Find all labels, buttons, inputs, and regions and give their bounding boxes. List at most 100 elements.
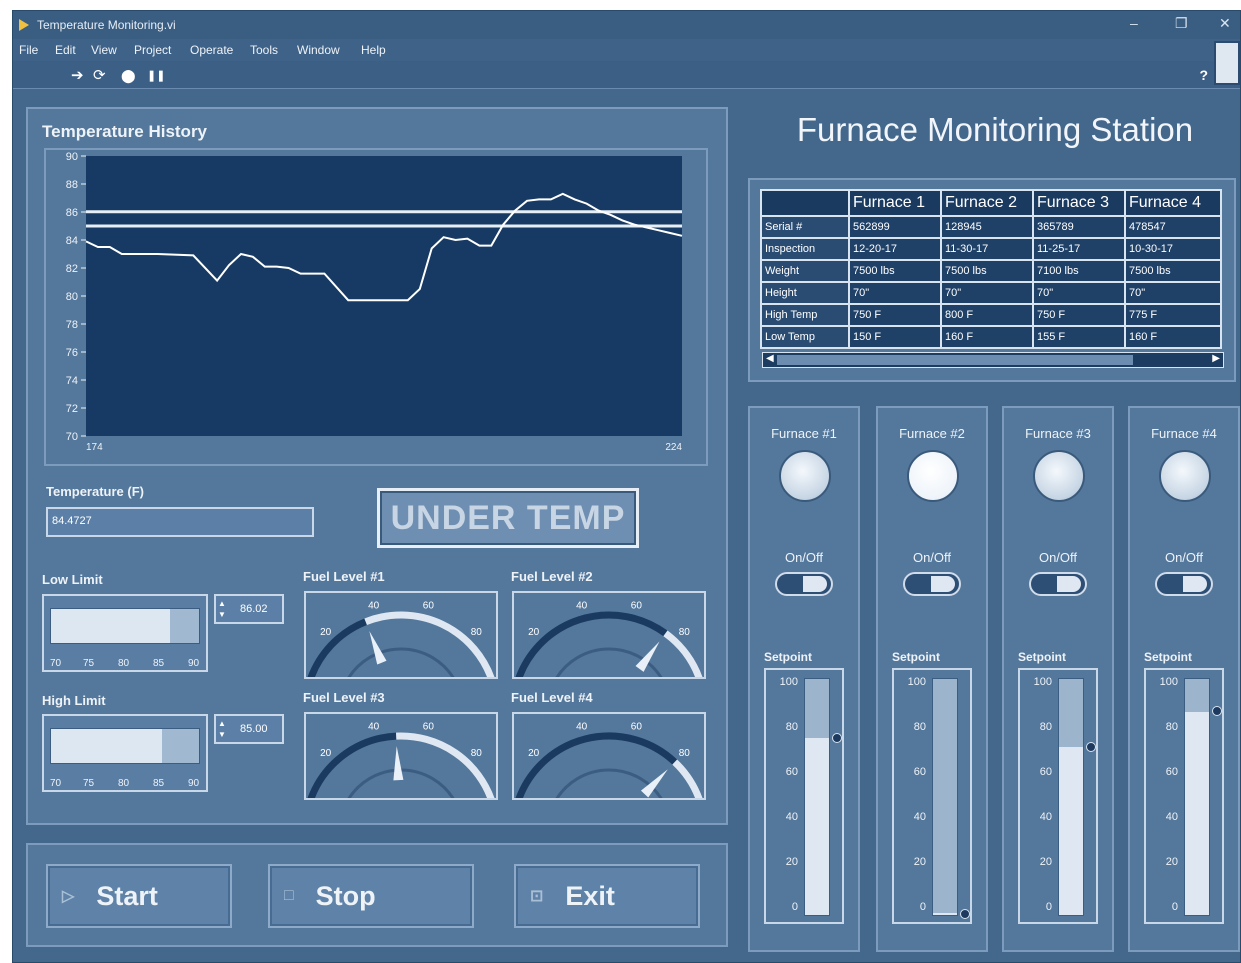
run-arrow-icon[interactable]: ➔ xyxy=(71,66,84,84)
toggle-knob[interactable] xyxy=(1057,576,1081,592)
low-limit-track[interactable] xyxy=(50,608,200,644)
toggle-knob[interactable] xyxy=(803,576,827,592)
setpoint-slider[interactable]: 100 80 60 40 20 0 xyxy=(1018,668,1098,924)
setpoint-tick: 80 xyxy=(1039,721,1052,733)
scroll-right-icon[interactable]: ▶ xyxy=(1212,353,1220,364)
close-button[interactable]: ✕ xyxy=(1219,15,1231,32)
menu-file[interactable]: File xyxy=(19,43,38,57)
setpoint-track[interactable] xyxy=(804,678,830,916)
table-cell[interactable]: 70" xyxy=(940,281,1034,305)
run-continuous-icon[interactable]: ⟳ xyxy=(93,66,106,84)
table-cell[interactable]: 160 F xyxy=(1124,325,1222,349)
table-cell[interactable]: 750 F xyxy=(848,303,942,327)
table-cell[interactable]: 478547 xyxy=(1124,215,1222,239)
table-row-header[interactable]: Weight xyxy=(760,259,850,283)
table-cell[interactable]: 800 F xyxy=(940,303,1034,327)
setpoint-label: Setpoint xyxy=(1144,650,1192,664)
table-cell[interactable]: 155 F xyxy=(1032,325,1126,349)
menu-help[interactable]: Help xyxy=(361,43,386,57)
setpoint-slider[interactable]: 100 80 60 40 20 0 xyxy=(1144,668,1224,924)
setpoint-knob[interactable] xyxy=(1086,742,1096,753)
table-cell[interactable]: 11-30-17 xyxy=(940,237,1034,261)
menu-edit[interactable]: Edit xyxy=(55,43,76,57)
exit-button[interactable]: ⊡ Exit xyxy=(514,864,700,928)
table-row-header[interactable]: Inspection xyxy=(760,237,850,261)
furnace-info-table[interactable]: Furnace 1 Furnace 2 Furnace 3 Furnace 4 … xyxy=(760,189,1222,349)
table-row-header[interactable]: Height xyxy=(760,281,850,305)
setpoint-tick: 60 xyxy=(785,766,798,778)
table-cell[interactable]: 775 F xyxy=(1124,303,1222,327)
table-row: Serial #562899 128945 365789 478547 xyxy=(760,215,1222,239)
onoff-toggle[interactable] xyxy=(903,572,961,596)
furnace-panel-3: Furnace #3 On/Off Setpoint 100 80 60 40 20 0 xyxy=(1002,406,1114,952)
toggle-knob[interactable] xyxy=(931,576,955,592)
gauge-tick-label: 80 xyxy=(471,748,483,759)
onoff-toggle[interactable] xyxy=(775,572,833,596)
high-limit-track[interactable] xyxy=(50,728,200,764)
gauge-tick-label: 60 xyxy=(423,721,435,732)
furnace-status-led xyxy=(907,450,959,502)
table-cell[interactable]: 7100 lbs xyxy=(1032,259,1126,283)
chart-title: Temperature History xyxy=(42,122,208,141)
table-cell[interactable]: 12-20-17 xyxy=(848,237,942,261)
table-cell[interactable]: 10-30-17 xyxy=(1124,237,1222,261)
start-button[interactable]: ▷ Start xyxy=(46,864,232,928)
table-cell[interactable]: 70" xyxy=(1032,281,1126,305)
y-tick-label: 74 xyxy=(66,375,78,387)
table-row-header[interactable]: Serial # xyxy=(760,215,850,239)
menu-view[interactable]: View xyxy=(91,43,117,57)
setpoint-track[interactable] xyxy=(1184,678,1210,916)
low-limit-slider[interactable]: 70 75 80 85 90 xyxy=(42,594,208,672)
minimize-button[interactable]: – xyxy=(1130,15,1138,31)
high-limit-slider[interactable]: 70 75 80 85 90 xyxy=(42,714,208,792)
setpoint-tick: 0 xyxy=(1171,901,1178,913)
setpoint-tick: 0 xyxy=(791,901,798,913)
table-cell[interactable]: 160 F xyxy=(940,325,1034,349)
table-cell[interactable]: 128945 xyxy=(940,215,1034,239)
pause-icon[interactable]: ❚❚ xyxy=(147,69,165,82)
table-cell[interactable]: 7500 lbs xyxy=(940,259,1034,283)
toggle-knob[interactable] xyxy=(1183,576,1207,592)
onoff-toggle[interactable] xyxy=(1155,572,1213,596)
setpoint-slider[interactable]: 100 80 60 40 20 0 xyxy=(764,668,844,924)
scroll-thumb[interactable] xyxy=(777,355,1133,365)
abort-icon[interactable]: ⬤ xyxy=(121,68,136,84)
table-row-header[interactable]: High Temp xyxy=(760,303,850,327)
temperature-readout: 84.4727 xyxy=(46,507,314,537)
help-icon[interactable]: ? xyxy=(1199,67,1208,83)
table-cell[interactable]: 11-25-17 xyxy=(1032,237,1126,261)
menu-window[interactable]: Window xyxy=(297,43,340,57)
setpoint-track[interactable] xyxy=(932,678,958,916)
high-limit-spinner-icon[interactable]: ▲ ▼ xyxy=(218,718,226,740)
maximize-button[interactable]: ❐ xyxy=(1175,15,1188,32)
gauge-needle xyxy=(640,769,668,798)
setpoint-knob[interactable] xyxy=(832,732,842,743)
table-row-header[interactable]: Low Temp xyxy=(760,325,850,349)
table-cell[interactable]: 150 F xyxy=(848,325,942,349)
table-cell[interactable]: 7500 lbs xyxy=(848,259,942,283)
table-scrollbar[interactable]: ◀ ▶ xyxy=(762,352,1224,368)
onoff-label: On/Off xyxy=(784,550,824,565)
context-help-icon[interactable] xyxy=(1214,41,1240,85)
setpoint-tick: 100 xyxy=(779,676,798,688)
table-cell[interactable]: 365789 xyxy=(1032,215,1126,239)
table-cell[interactable]: 562899 xyxy=(848,215,942,239)
table-cell[interactable]: 750 F xyxy=(1032,303,1126,327)
low-limit-spinner-icon[interactable]: ▲ ▼ xyxy=(218,598,226,620)
stop-button-label: Stop xyxy=(315,880,376,911)
stop-button[interactable]: □ Stop xyxy=(268,864,474,928)
menu-tools[interactable]: Tools xyxy=(250,43,278,57)
setpoint-knob[interactable] xyxy=(960,908,970,919)
menu-operate[interactable]: Operate xyxy=(190,43,233,57)
table-cell[interactable]: 70" xyxy=(848,281,942,305)
gauge-tick-label: 20 xyxy=(320,748,332,759)
onoff-toggle[interactable] xyxy=(1029,572,1087,596)
table-cell[interactable]: 70" xyxy=(1124,281,1222,305)
menu-project[interactable]: Project xyxy=(134,43,171,57)
gauge-filled-arc xyxy=(306,732,397,804)
table-cell[interactable]: 7500 lbs xyxy=(1124,259,1222,283)
setpoint-track[interactable] xyxy=(1058,678,1084,916)
scroll-left-icon[interactable]: ◀ xyxy=(766,353,774,364)
setpoint-slider[interactable]: 100 80 60 40 20 0 xyxy=(892,668,972,924)
setpoint-knob[interactable] xyxy=(1212,706,1222,717)
